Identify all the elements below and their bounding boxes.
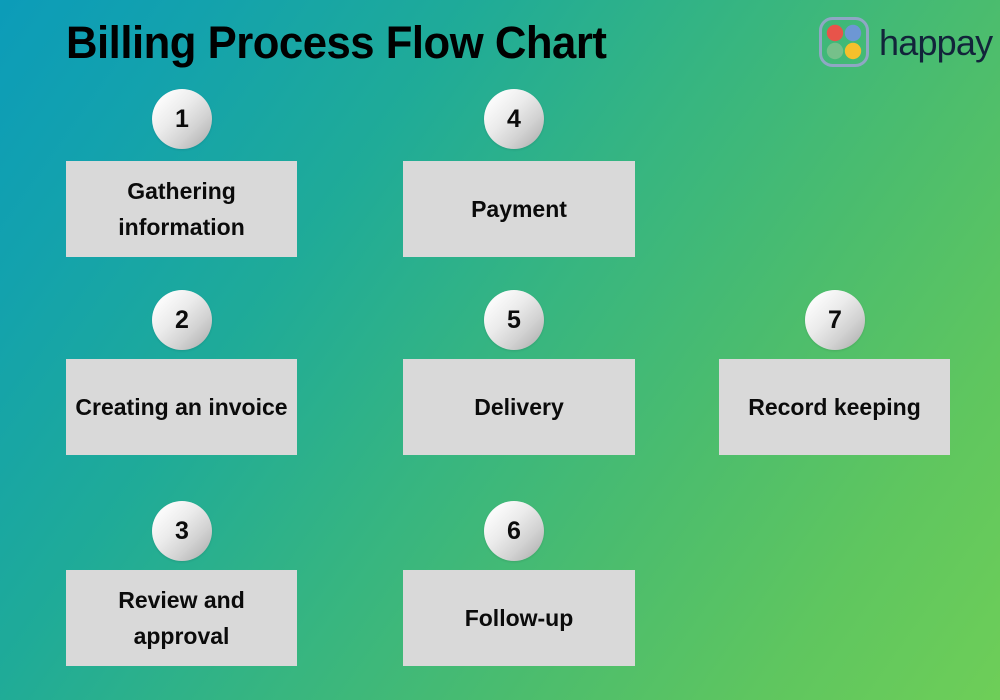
step-number-label: 7 bbox=[828, 305, 842, 334]
brand-logo: happay bbox=[818, 16, 993, 68]
step-number-label: 1 bbox=[175, 104, 189, 133]
step-box-label: Creating an invoice bbox=[75, 394, 288, 420]
step-number-label: 3 bbox=[175, 516, 189, 545]
step-box-label: Delivery bbox=[474, 394, 564, 420]
step-box-label: Gathering information bbox=[118, 178, 245, 240]
step-box-label: Payment bbox=[471, 196, 567, 222]
step-box[interactable]: Follow-up bbox=[403, 570, 635, 666]
step-box[interactable]: Record keeping bbox=[719, 359, 950, 455]
step-number-badge[interactable]: 3 bbox=[152, 501, 212, 561]
step-number-badge[interactable]: 2 bbox=[152, 290, 212, 350]
step-number-badge[interactable]: 1 bbox=[152, 89, 212, 149]
infographic-canvas: Billing Process Flow Chart happay 1 Gathe… bbox=[0, 0, 1000, 700]
step-number-label: 6 bbox=[507, 516, 521, 545]
step-box[interactable]: Payment bbox=[403, 161, 635, 257]
step-number-badge[interactable]: 5 bbox=[484, 290, 544, 350]
step-number-label: 5 bbox=[507, 305, 521, 334]
step-number-label: 2 bbox=[175, 305, 189, 334]
step-box[interactable]: Creating an invoice bbox=[66, 359, 297, 455]
step-number-label: 4 bbox=[507, 104, 521, 133]
happay-logo-icon bbox=[819, 17, 869, 67]
step-box[interactable]: Delivery bbox=[403, 359, 635, 455]
step-box-label: Follow-up bbox=[464, 605, 574, 631]
step-number-badge[interactable]: 4 bbox=[484, 89, 544, 149]
step-box-label: Review and approval bbox=[118, 587, 245, 649]
page-title: Billing Process Flow Chart bbox=[66, 17, 607, 68]
step-number-badge[interactable]: 6 bbox=[484, 501, 544, 561]
step-box-label: Record keeping bbox=[748, 394, 921, 420]
step-box[interactable]: Review and approval bbox=[66, 570, 297, 666]
step-box[interactable]: Gathering information bbox=[66, 161, 297, 257]
step-number-badge[interactable]: 7 bbox=[805, 290, 865, 350]
brand-wordmark: happay bbox=[879, 22, 993, 63]
